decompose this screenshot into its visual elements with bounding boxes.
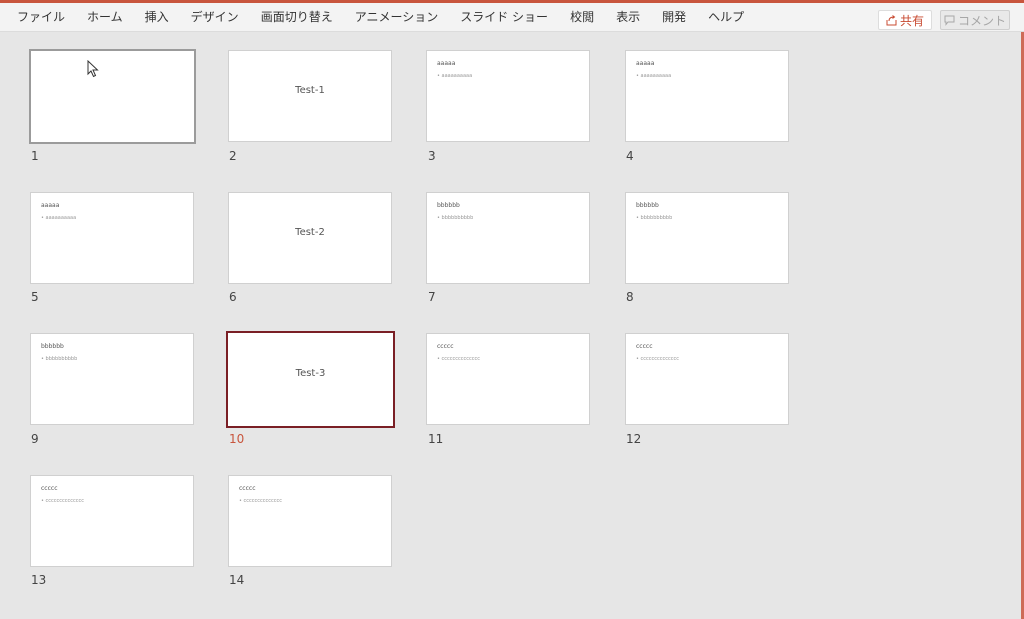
slide-bullet: • cccccccccccccc [239, 498, 283, 504]
slide-number: 5 [31, 290, 39, 304]
share-button[interactable]: 共有 [878, 10, 932, 30]
tab-file[interactable]: ファイル [6, 3, 76, 31]
tab-home[interactable]: ホーム [76, 3, 134, 31]
slide-number: 7 [428, 290, 436, 304]
slide-thumbnail-9[interactable]: bbbbbb • bbbbbbbbbb [30, 333, 194, 425]
comment-icon [944, 15, 955, 26]
slide-number: 6 [229, 290, 237, 304]
ribbon-tabs: ファイル ホーム 挿入 デザイン 画面切り替え アニメーション スライド ショー… [6, 3, 755, 31]
slide-thumbnail-10[interactable]: Test-3 [226, 331, 395, 428]
slide-bullet: • cccccccccccccc [636, 356, 680, 362]
tab-insert[interactable]: 挿入 [134, 3, 180, 31]
slide-thumbnail-8[interactable]: bbbbbb • bbbbbbbbbb [625, 192, 789, 284]
slide-thumbnail-11[interactable]: ccccc • cccccccccccccc [426, 333, 590, 425]
slide-heading: ccccc [437, 343, 454, 350]
slide-bullet: • bbbbbbbbbb [636, 215, 673, 221]
slide-heading: aaaaa [41, 202, 60, 209]
slide-thumbnail-1[interactable] [29, 49, 196, 144]
slide-number: 10 [229, 432, 245, 446]
slide-number: 4 [626, 149, 634, 163]
slide-heading: aaaaa [636, 60, 655, 67]
slide-thumbnail-12[interactable]: ccccc • cccccccccccccc [625, 333, 789, 425]
slide-heading: ccccc [239, 485, 256, 492]
slide-thumbnail-2[interactable]: Test-1 [228, 50, 392, 142]
tab-design[interactable]: デザイン [180, 3, 250, 31]
slide-number: 14 [229, 573, 245, 587]
slide-heading: bbbbbb [636, 202, 659, 209]
tab-help[interactable]: ヘルプ [697, 3, 755, 31]
slide-thumbnail-5[interactable]: aaaaa • aaaaaaaaaa [30, 192, 194, 284]
slide-number: 1 [31, 149, 39, 163]
slide-number: 12 [626, 432, 642, 446]
slide-number: 2 [229, 149, 237, 163]
slide-title: Test-3 [295, 368, 326, 379]
slide-thumbnail-4[interactable]: aaaaa • aaaaaaaaaa [625, 50, 789, 142]
slide-thumbnail-6[interactable]: Test-2 [228, 192, 392, 284]
slide-thumbnail-3[interactable]: aaaaa • aaaaaaaaaa [426, 50, 590, 142]
slide-heading: ccccc [636, 343, 653, 350]
slide-number: 9 [31, 432, 39, 446]
share-label: 共有 [899, 13, 924, 28]
tab-view[interactable]: 表示 [605, 3, 651, 31]
slide-number: 11 [428, 432, 444, 446]
slide-title: Test-2 [295, 227, 325, 238]
slide-title: Test-1 [295, 85, 325, 96]
slide-number: 8 [626, 290, 634, 304]
slide-heading: bbbbbb [41, 343, 64, 350]
slide-bullet: • aaaaaaaaaa [636, 73, 672, 79]
slide-heading: bbbbbb [437, 202, 460, 209]
slide-bullet: • bbbbbbbbbb [437, 215, 474, 221]
tab-animations[interactable]: アニメーション [344, 3, 450, 31]
tab-review[interactable]: 校閲 [559, 3, 605, 31]
tab-developer[interactable]: 開発 [651, 3, 697, 31]
share-icon [886, 14, 897, 25]
slide-bullet: • bbbbbbbbbb [41, 356, 78, 362]
slide-thumbnail-13[interactable]: ccccc • cccccccccccccc [30, 475, 194, 567]
comment-button[interactable]: コメント [940, 10, 1010, 30]
slide-number: 3 [428, 149, 436, 163]
ribbon-tab-bar: ファイル ホーム 挿入 デザイン 画面切り替え アニメーション スライド ショー… [0, 3, 1024, 32]
comment-label: コメント [957, 13, 1006, 28]
slide-heading: ccccc [41, 485, 58, 492]
tab-transitions[interactable]: 画面切り替え [250, 3, 344, 31]
slide-bullet: • aaaaaaaaaa [437, 73, 473, 79]
slide-heading: aaaaa [437, 60, 456, 67]
slide-thumbnail-14[interactable]: ccccc • cccccccccccccc [228, 475, 392, 567]
tab-slideshow[interactable]: スライド ショー [449, 3, 559, 31]
slide-bullet: • cccccccccccccc [41, 498, 85, 504]
slide-thumbnail-7[interactable]: bbbbbb • bbbbbbbbbb [426, 192, 590, 284]
slide-bullet: • aaaaaaaaaa [41, 215, 77, 221]
slide-number: 13 [31, 573, 47, 587]
mouse-cursor-icon [87, 60, 99, 78]
slide-bullet: • cccccccccccccc [437, 356, 481, 362]
